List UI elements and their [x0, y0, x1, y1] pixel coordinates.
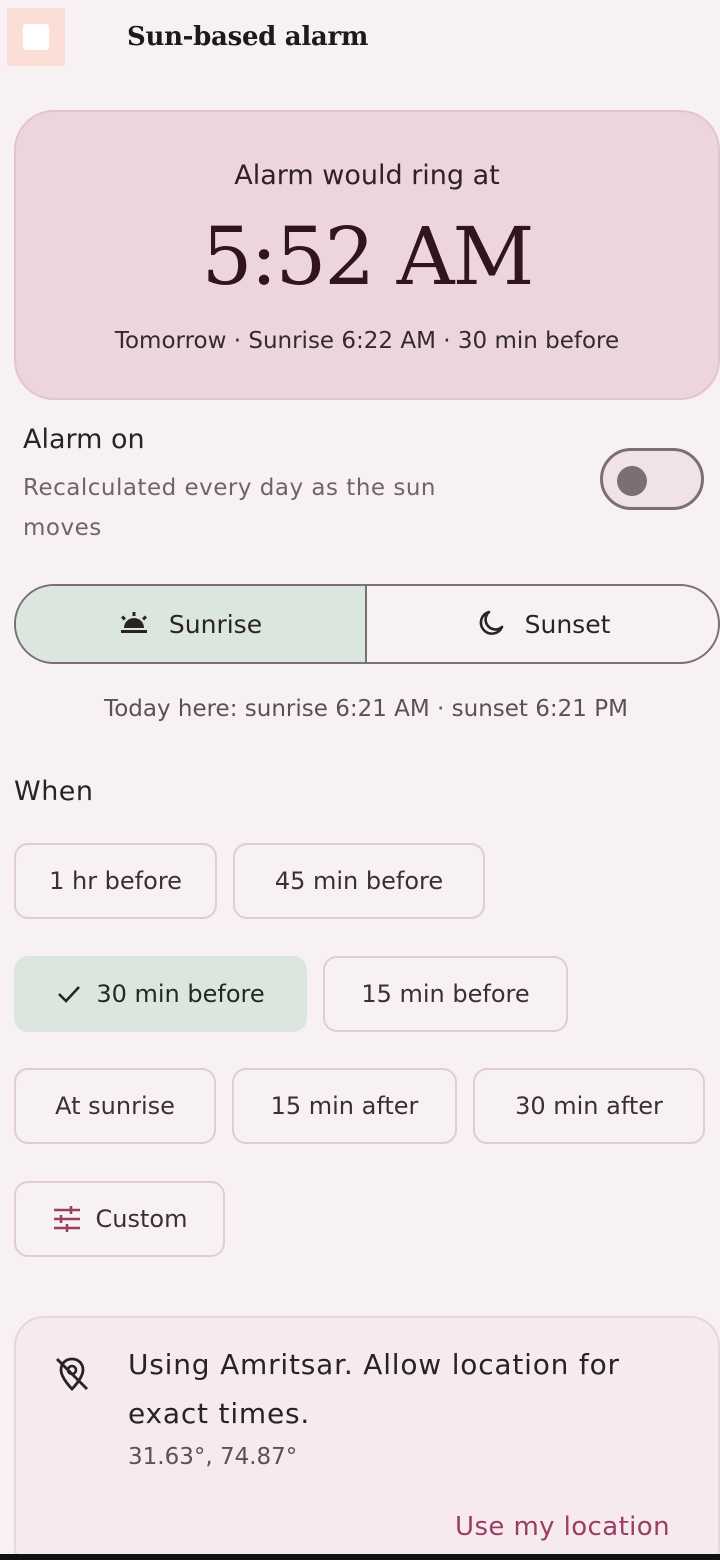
chip-at-sunrise[interactable]: At sunrise	[14, 1068, 216, 1144]
alarm-time: 5:52 AM	[201, 210, 535, 303]
location-card: Using Amritsar. Allow location for exact…	[14, 1316, 720, 1560]
app-icon[interactable]	[7, 8, 65, 66]
chip-label: Custom	[95, 1205, 188, 1233]
toggle-knob	[617, 466, 647, 496]
chip-label: 15 min after	[270, 1092, 419, 1120]
segment-sunrise[interactable]: Sunrise	[16, 586, 367, 662]
alarm-summary-label: Alarm would ring at	[234, 160, 500, 191]
sun-event-segmented-control: Sunrise Sunset	[14, 584, 720, 664]
segment-sunset[interactable]: Sunset	[367, 586, 718, 662]
chip-label: 30 min before	[96, 980, 265, 1008]
chip-label: 15 min before	[361, 980, 530, 1008]
moon-icon	[475, 609, 505, 639]
location-message: Using Amritsar. Allow location for exact…	[128, 1348, 620, 1430]
sliders-icon	[52, 1205, 82, 1233]
today-sun-times: Today here: sunrise 6:21 AM · sunset 6:2…	[104, 696, 628, 722]
chip-15min-after[interactable]: 15 min after	[232, 1068, 457, 1144]
alarm-summary-detail: Tomorrow · Sunrise 6:22 AM · 30 min befo…	[114, 328, 620, 354]
app-bar: Sun-based alarm	[0, 0, 720, 80]
segment-sunset-label: Sunset	[524, 609, 611, 639]
alarm-toggle-switch[interactable]	[600, 448, 704, 510]
chip-label: 30 min after	[515, 1092, 663, 1120]
chip-custom[interactable]: Custom	[14, 1181, 225, 1257]
location-coordinates: 31.63°, 74.87°	[128, 1444, 298, 1470]
location-off-icon	[52, 1354, 92, 1394]
chip-1hr-before[interactable]: 1 hr before	[14, 843, 217, 919]
chip-label: At sunrise	[55, 1092, 175, 1120]
when-section-label: When	[14, 776, 94, 807]
chip-label: 1 hr before	[49, 867, 182, 895]
alarm-summary-card: Alarm would ring at 5:52 AM Tomorrow · S…	[14, 110, 720, 400]
app-title: Sun-based alarm	[127, 22, 369, 52]
alarm-toggle-description: Recalculated every day as the sun moves	[23, 475, 437, 541]
chip-30min-after[interactable]: 30 min after	[473, 1068, 705, 1144]
chip-label: 45 min before	[274, 867, 444, 895]
bottom-edge	[0, 1554, 720, 1560]
use-my-location-button[interactable]: Use my location	[455, 1512, 670, 1542]
chip-15min-before[interactable]: 15 min before	[323, 956, 568, 1032]
check-icon	[56, 984, 82, 1004]
alarm-toggle-label: Alarm on	[23, 424, 145, 455]
sunrise-icon	[119, 609, 149, 639]
segment-sunrise-label: Sunrise	[168, 609, 263, 639]
chip-30min-before[interactable]: 30 min before	[14, 956, 307, 1032]
chip-45min-before[interactable]: 45 min before	[233, 843, 485, 919]
